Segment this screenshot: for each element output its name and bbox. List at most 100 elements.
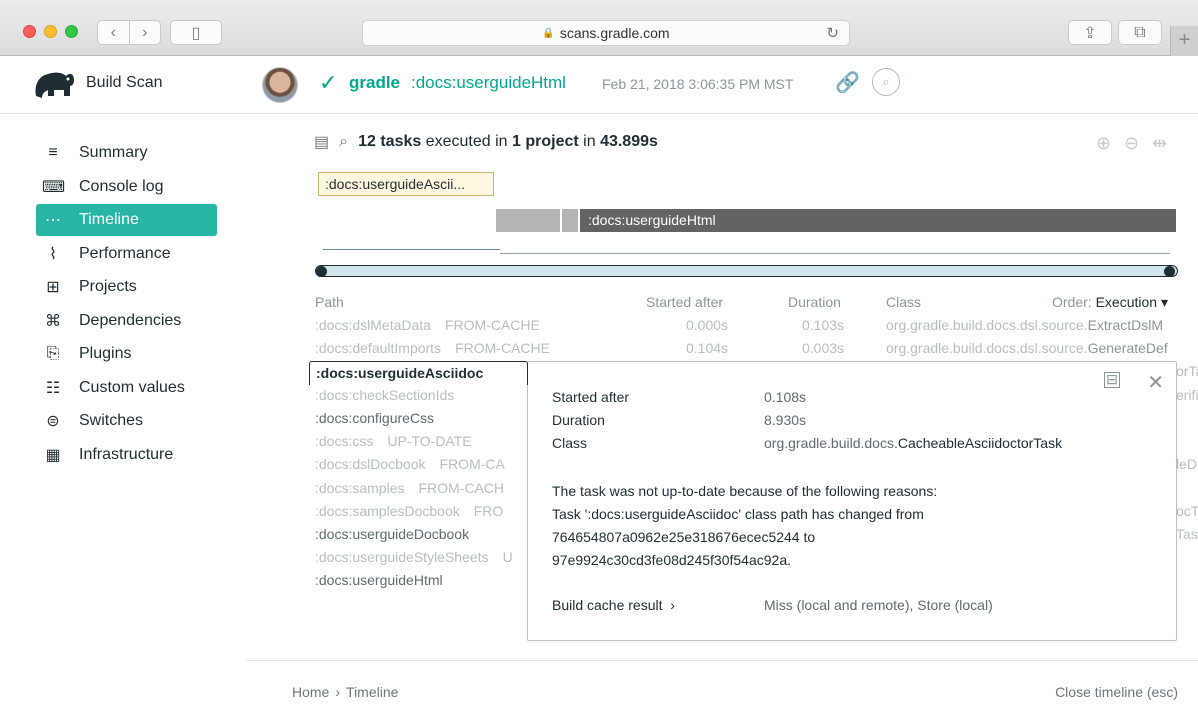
sidebar-item-console-log[interactable]: ⌨ Console log: [36, 171, 217, 203]
up-to-date-reasons: The task was not up-to-date because of t…: [552, 480, 937, 572]
sidebar-item-dependencies[interactable]: ⌘ Dependencies: [36, 305, 217, 337]
task-status: FROM-CACH: [418, 480, 505, 496]
sidebar-item-summary[interactable]: ≡ Summary: [36, 137, 217, 169]
table-row[interactable]: :docs:samples FROM-CACH: [315, 480, 504, 496]
close-timeline-button[interactable]: Close timeline (esc): [1055, 684, 1178, 700]
requested-task: :docs:userguideHtml: [411, 73, 566, 92]
sidebar-item-performance[interactable]: ⌇ Performance: [36, 238, 217, 270]
avatar[interactable]: [262, 67, 298, 103]
plugins-icon: ⎘: [46, 345, 60, 362]
class-fragment: leD: [1176, 456, 1198, 472]
breadcrumb-home[interactable]: Home: [292, 684, 329, 700]
table-row[interactable]: :docs:userguideDocbook: [315, 526, 469, 542]
sidebar-item-infrastructure[interactable]: ▦ Infrastructure: [36, 439, 217, 471]
class-name: CacheableAsciidoctorTask: [897, 435, 1063, 451]
reload-icon[interactable]: ↻: [826, 24, 839, 42]
class-label: Class: [552, 435, 588, 451]
column-header-duration[interactable]: Duration: [788, 294, 841, 310]
task-path: :docs:userguideDocbook: [315, 526, 470, 542]
lock-icon: 🔒: [542, 27, 555, 39]
fit-width-icon[interactable]: ⇹: [1152, 133, 1167, 154]
performance-icon: ⌇: [49, 246, 57, 263]
back-icon[interactable]: ‹: [98, 24, 129, 42]
search-badge-icon[interactable]: ⌕: [872, 68, 900, 96]
order-dropdown[interactable]: Order: Execution ▾: [1052, 294, 1168, 311]
total-duration: 43.899s: [600, 133, 658, 150]
timeline-bar-userguide-html[interactable]: :docs:userguideHtml: [580, 209, 1176, 232]
close-icon[interactable]: ✕: [1147, 370, 1164, 395]
minimize-window-button[interactable]: [44, 25, 57, 38]
sidebar-item-label: Performance: [79, 245, 171, 262]
sidebar-item-label: Infrastructure: [79, 446, 174, 463]
footer: Home › Timeline Close timeline (esc): [246, 660, 1198, 711]
new-tab-button[interactable]: +: [1170, 26, 1198, 56]
close-window-button[interactable]: [23, 25, 36, 38]
table-row[interactable]: :docs:css UP-TO-DATE: [315, 433, 472, 449]
column-header-path[interactable]: Path: [315, 294, 344, 310]
project-name[interactable]: gradle: [349, 73, 400, 93]
custom-values-icon: ☷: [45, 380, 61, 397]
class-fragment: ocTa: [1176, 503, 1198, 519]
timeline-panel: ▤ ⌕ 12 tasks executed in 1 project in 43…: [246, 115, 1198, 660]
duration-value: 0.003s: [802, 340, 845, 356]
sidebar: ≡ Summary ⌨ Console log ⋯ Timeline ⌇ Per…: [0, 115, 246, 711]
sidebar-item-plugins[interactable]: ⎘ Plugins: [36, 338, 217, 370]
sidebar-item-label: Summary: [79, 144, 148, 161]
search-icon[interactable]: ⌕: [339, 133, 348, 151]
sidebar-item-projects[interactable]: ⊞ Projects: [36, 271, 217, 303]
table-row[interactable]: :docs:configureCss: [315, 410, 434, 426]
document-icon[interactable]: ▤: [314, 132, 329, 152]
timeline-bar[interactable]: [496, 209, 560, 232]
scrubber-start-handle[interactable]: [316, 266, 327, 277]
table-row[interactable]: :docs:userguideHtml: [315, 572, 443, 588]
sidebar-item-custom-values[interactable]: ☷ Custom values: [36, 372, 217, 404]
zoom-window-button[interactable]: [65, 25, 78, 38]
class-value: org.gradle.build.docs.dsl.source.Generat…: [886, 340, 1168, 356]
address-bar[interactable]: 🔒 scans.gradle.com ↻: [362, 20, 850, 46]
forward-icon[interactable]: ›: [130, 24, 161, 42]
sidebar-item-label: Timeline: [79, 211, 139, 228]
scrubber-end-handle[interactable]: [1164, 266, 1175, 277]
task-path: :docs:dslDocbook: [315, 456, 426, 472]
share-icon: ⇪: [1083, 24, 1097, 42]
selected-task-label[interactable]: :docs:userguideAsciidoc: [309, 361, 528, 385]
column-header-class[interactable]: Class: [886, 294, 921, 310]
started-after-label: Started after: [552, 389, 630, 405]
tabs-button[interactable]: ⧉: [1118, 20, 1162, 45]
timeline-bar[interactable]: [562, 209, 578, 232]
breadcrumb-current: Timeline: [346, 684, 399, 700]
class-prefix: org.gradle.build.docs.dsl.source.: [886, 340, 1088, 356]
brand[interactable]: Build Scan: [32, 66, 163, 100]
reason-line: 764654807a0962e25e318676ecec5244 to: [552, 529, 816, 545]
sidebar-item-switches[interactable]: ⊜ Switches: [36, 405, 217, 437]
browser-toolbar: ‹ › ▯ 🔒 scans.gradle.com ↻ ⇪ ⧉ +: [0, 0, 1198, 56]
sidebar-item-label: Dependencies: [79, 312, 182, 329]
sidebar-item-timeline[interactable]: ⋯ Timeline: [36, 204, 217, 236]
table-row[interactable]: :docs:checkSectionIds: [315, 387, 454, 403]
table-row[interactable]: :docs:defaultImports FROM-CACHE: [315, 340, 550, 356]
class-prefix: org.gradle.build.docs.: [764, 435, 898, 451]
reason-line: The task was not up-to-date because of t…: [552, 483, 938, 499]
table-row[interactable]: :docs:dslMetaData FROM-CACHE: [315, 317, 540, 333]
timeline-axis: [500, 253, 1170, 254]
sidebar-item-label: Projects: [79, 278, 137, 295]
build-cache-result-link[interactable]: Build cache result ›: [552, 597, 675, 613]
class-fragment: orTa: [1176, 363, 1198, 379]
sidebar-item-label: Plugins: [79, 345, 132, 362]
column-header-started[interactable]: Started after: [646, 294, 723, 310]
share-button[interactable]: ⇪: [1068, 20, 1112, 45]
table-row[interactable]: :docs:samplesDocbook FRO: [315, 503, 503, 519]
sidebar-toggle-button[interactable]: ▯: [170, 20, 222, 45]
timeline-icon: ⋯: [45, 212, 61, 229]
timeline-tooltip: :docs:userguideAscii...: [318, 172, 494, 196]
reason-line: Task ':docs:userguideAsciidoc' class pat…: [552, 506, 924, 522]
zoom-out-icon[interactable]: ⊖: [1124, 133, 1139, 154]
timeline-scrubber[interactable]: [315, 265, 1178, 277]
expand-icon[interactable]: ⊟: [1104, 372, 1120, 388]
build-cache-value: Miss (local and remote), Store (local): [764, 597, 993, 613]
task-status: FROM-CACHE: [444, 317, 540, 333]
table-row[interactable]: :docs:dslDocbook FROM-CA: [315, 456, 505, 472]
link-icon[interactable]: 🔗: [835, 70, 860, 95]
zoom-in-icon[interactable]: ⊕: [1096, 133, 1111, 154]
table-row[interactable]: :docs:userguideStyleSheets U: [315, 549, 513, 565]
